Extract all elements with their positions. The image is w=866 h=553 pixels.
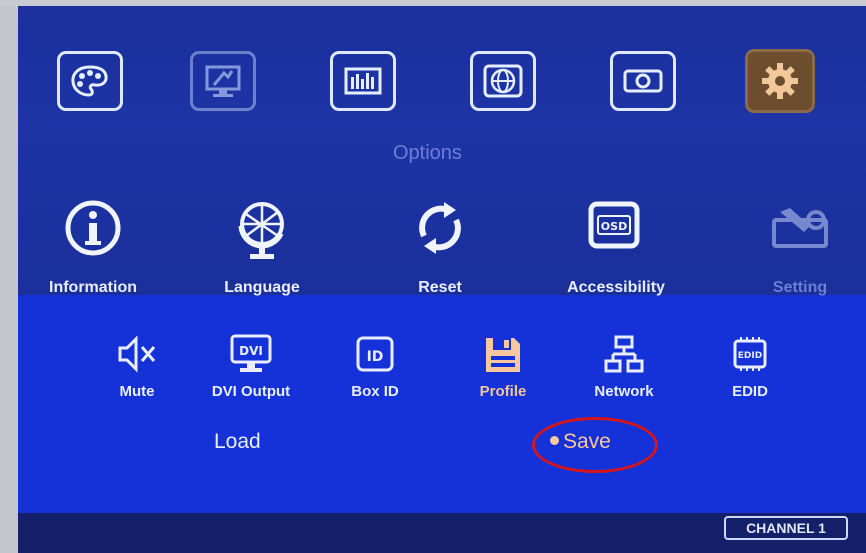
floppy-icon bbox=[486, 338, 520, 372]
gear-icon bbox=[762, 63, 798, 99]
category-label: Reset bbox=[418, 279, 462, 296]
load-option[interactable]: Load bbox=[214, 430, 261, 454]
reset-icon bbox=[419, 202, 461, 254]
palette-icon bbox=[71, 65, 108, 97]
network-icon bbox=[604, 335, 644, 373]
category-reset[interactable]: Reset bbox=[410, 196, 470, 296]
svg-text:EDID: EDID bbox=[738, 351, 762, 361]
sub-item-network[interactable]: Network bbox=[594, 334, 654, 400]
edid-icon: EDID bbox=[733, 337, 767, 371]
sub-item-label: EDID bbox=[732, 383, 768, 400]
menu-title: Options bbox=[393, 142, 462, 164]
dvi-icon: DVI bbox=[230, 334, 272, 372]
sub-item-label: Mute bbox=[119, 383, 155, 400]
sub-item-dvi-output[interactable]: DVI DVI Output bbox=[212, 334, 290, 400]
monitor-settings-icon bbox=[205, 65, 241, 97]
svg-text:DVI: DVI bbox=[239, 344, 263, 358]
equalizer-icon bbox=[344, 67, 382, 95]
left-bezel bbox=[0, 0, 18, 553]
sub-item-profile[interactable]: Profile bbox=[480, 334, 526, 400]
svg-text:ID: ID bbox=[367, 349, 384, 365]
osd-screen: Options Information Language Reset OSD A… bbox=[18, 6, 866, 553]
category-label: Information bbox=[49, 279, 137, 296]
category-accessibility[interactable]: OSD Accessibility bbox=[567, 196, 665, 296]
id-icon: ID bbox=[356, 336, 394, 372]
category-label: Setting bbox=[772, 279, 828, 296]
sub-item-box-id[interactable]: ID Box ID bbox=[351, 334, 399, 400]
svg-text:OSD: OSD bbox=[601, 220, 627, 233]
projector-icon bbox=[623, 69, 663, 93]
sub-item-label: Network bbox=[594, 383, 654, 400]
wrench-icon bbox=[772, 208, 828, 248]
osd-icon: OSD bbox=[588, 201, 640, 249]
globe-icon bbox=[483, 64, 523, 98]
menu-lower-panel bbox=[18, 295, 866, 513]
category-label: Accessibility bbox=[567, 279, 665, 296]
sub-item-label: Profile bbox=[479, 383, 527, 400]
sub-item-mute[interactable]: Mute bbox=[114, 334, 160, 400]
category-setting[interactable]: Setting bbox=[770, 196, 830, 296]
settings-tab[interactable] bbox=[745, 49, 815, 113]
category-information[interactable]: Information bbox=[49, 196, 137, 296]
category-language[interactable]: Language bbox=[224, 196, 300, 296]
sub-item-label: Box ID bbox=[351, 383, 399, 400]
info-icon bbox=[65, 200, 121, 256]
mute-icon bbox=[118, 335, 156, 373]
sub-item-label: DVI Output bbox=[211, 383, 291, 400]
globe-icon bbox=[238, 202, 284, 259]
palette-tab[interactable] bbox=[57, 51, 123, 111]
network-globe-tab[interactable] bbox=[470, 51, 536, 111]
highlight-circle bbox=[532, 417, 658, 473]
sub-item-edid[interactable]: EDID EDID bbox=[730, 334, 770, 400]
projector-tab[interactable] bbox=[610, 51, 676, 111]
equalizer-tab[interactable] bbox=[330, 51, 396, 111]
category-label: Language bbox=[224, 279, 300, 296]
channel-badge: CHANNEL 1 bbox=[724, 516, 848, 540]
monitor-settings-tab[interactable] bbox=[190, 51, 256, 111]
